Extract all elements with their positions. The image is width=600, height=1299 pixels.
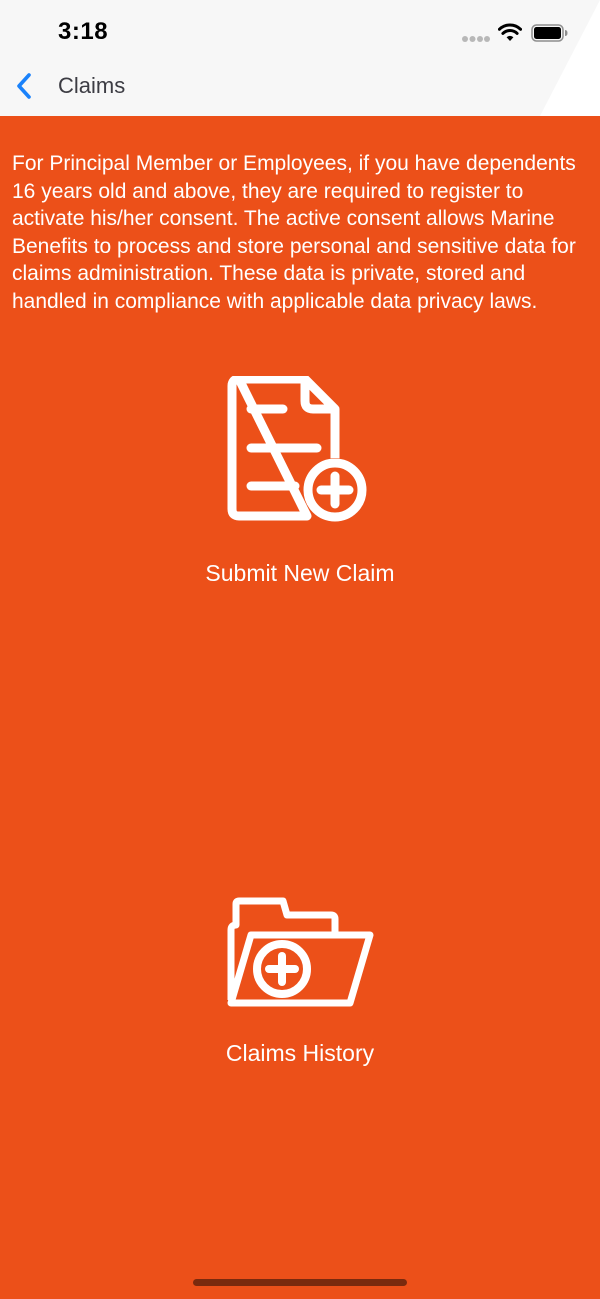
top-bar: 3:18 Claims (0, 0, 600, 116)
wifi-icon (498, 23, 522, 41)
chevron-left-icon (17, 73, 31, 99)
folder-plus-icon (227, 897, 374, 1007)
nav-title: Claims (58, 73, 126, 98)
claims-screen: 3:18 Claims For Principal Member or Empl… (0, 0, 600, 1299)
claims-history-button[interactable]: Claims History (0, 895, 600, 1075)
cellular-signal-icon (462, 36, 490, 42)
consent-notice: For Principal Member or Employees, if yo… (12, 152, 576, 313)
navigation-bar: Claims (0, 60, 600, 116)
back-button[interactable]: Claims (14, 64, 125, 108)
submit-new-claim-button[interactable]: Submit New Claim (0, 370, 600, 600)
submit-new-claim-label: Submit New Claim (205, 560, 395, 586)
claims-history-label: Claims History (225, 1040, 375, 1066)
status-time: 3:18 (58, 18, 109, 45)
battery-icon (531, 24, 568, 42)
document-plus-icon (227, 376, 367, 522)
status-bar: 3:18 (0, 0, 600, 64)
home-indicator[interactable] (193, 1279, 407, 1286)
